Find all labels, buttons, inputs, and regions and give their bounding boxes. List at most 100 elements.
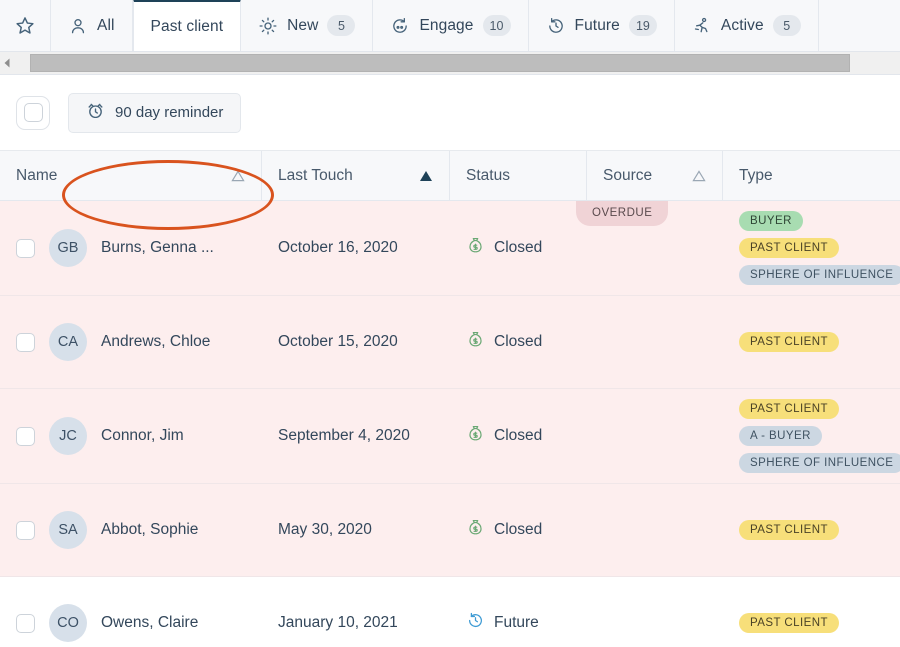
cell-source: [587, 577, 723, 647]
row-checkbox[interactable]: [16, 426, 35, 446]
cell-name: JC Connor, Jim: [0, 389, 262, 483]
column-header-label: Source: [603, 166, 653, 184]
type-badge: A - BUYER: [739, 426, 822, 446]
tab-label: Engage: [419, 16, 474, 34]
cell-name: GB Burns, Genna ...: [0, 201, 262, 295]
horizontal-scrollbar[interactable]: [0, 52, 900, 75]
tab-label: Future: [574, 16, 620, 34]
scrollbar-track[interactable]: [14, 52, 900, 75]
tab-label: New: [287, 16, 319, 34]
tab-count-badge: 5: [327, 15, 356, 36]
sort-arrow-icon[interactable]: [419, 170, 433, 182]
status-label: Closed: [494, 333, 543, 350]
90-day-reminder-button[interactable]: 90 day reminder: [68, 92, 242, 133]
row-checkbox[interactable]: [16, 520, 35, 540]
cell-last-touch: May 30, 2020: [278, 521, 372, 538]
column-header-label: Status: [466, 166, 510, 184]
column-header-status[interactable]: Status: [450, 151, 587, 200]
table-header-row: Name Last Touch Status Source Type: [0, 151, 900, 201]
tab-new[interactable]: New 5: [241, 0, 374, 51]
money-bag-icon: [466, 330, 485, 354]
tab-count-badge: 5: [772, 15, 801, 36]
90-day-reminder-label: 90 day reminder: [115, 104, 224, 121]
row-checkbox[interactable]: [16, 613, 35, 633]
cell-last-touch: October 15, 2020: [278, 333, 398, 350]
column-header-source[interactable]: Source: [587, 151, 723, 200]
cell-last-touch: January 10, 2021: [278, 614, 398, 631]
table-row[interactable]: SA Abbot, Sophie May 30, 2020 Closed PAS…: [0, 484, 900, 577]
cell-last-touch: September 4, 2020: [278, 427, 410, 444]
type-badge: BUYER: [739, 211, 803, 231]
contact-name[interactable]: Abbot, Sophie: [101, 521, 198, 539]
tab-label: Active: [720, 16, 764, 34]
tab-active[interactable]: Active 5: [674, 0, 819, 51]
tab-all[interactable]: All: [51, 0, 133, 51]
cell-status: Closed: [450, 484, 587, 576]
cell-status: Closed: [450, 389, 587, 483]
cell-type: BUYER PAST CLIENT SPHERE OF INFLUENCE: [723, 201, 900, 295]
scrollbar-thumb[interactable]: [30, 53, 850, 72]
cell-type: PAST CLIENT: [723, 484, 900, 576]
cell-source: [587, 484, 723, 576]
cell-status: Future: [450, 577, 587, 647]
table-row[interactable]: OVERDUE GB Burns, Genna ... October 16, …: [0, 201, 900, 296]
column-header-last-touch[interactable]: Last Touch: [262, 151, 450, 200]
status-label: Future: [494, 614, 539, 631]
cell-source: [587, 389, 723, 483]
avatar: JC: [49, 417, 87, 455]
table-row[interactable]: CA Andrews, Chloe October 15, 2020 Close…: [0, 296, 900, 389]
money-bag-icon: [466, 518, 485, 542]
runner-icon: [692, 16, 712, 36]
type-badge: PAST CLIENT: [739, 238, 840, 258]
tab-engage[interactable]: Engage 10: [373, 0, 529, 51]
tab-bar: All Past client New 5 Engage 10 Future 19 Active…: [0, 0, 900, 52]
type-badge: PAST CLIENT: [739, 332, 840, 352]
table-row[interactable]: JC Connor, Jim September 4, 2020 Closed …: [0, 389, 900, 484]
type-badge: SPHERE OF INFLUENCE: [739, 453, 900, 473]
cell-source: [587, 296, 723, 388]
tab-future[interactable]: Future 19: [528, 0, 675, 51]
contact-name[interactable]: Owens, Claire: [101, 614, 198, 632]
row-checkbox[interactable]: [16, 238, 35, 258]
column-header-label: Name: [16, 166, 58, 184]
select-all-checkbox[interactable]: [16, 95, 50, 130]
column-header-type[interactable]: Type: [723, 151, 900, 200]
checkbox-box: [23, 103, 43, 122]
type-badge: PAST CLIENT: [739, 613, 840, 633]
table-row[interactable]: CO Owens, Claire January 10, 2021 Future…: [0, 577, 900, 647]
tab-label: Past client: [150, 17, 224, 35]
tab-past-client[interactable]: Past client: [132, 0, 242, 51]
contact-name[interactable]: Andrews, Chloe: [101, 333, 210, 351]
person-icon: [68, 16, 88, 36]
column-header-label: Type: [739, 166, 773, 184]
engage-icon: [390, 16, 410, 36]
tab-label: All: [97, 16, 115, 34]
clock-back-icon: [466, 611, 485, 635]
contact-name[interactable]: Connor, Jim: [101, 427, 184, 445]
money-bag-icon: [466, 424, 485, 448]
status-label: Closed: [494, 427, 543, 444]
row-checkbox[interactable]: [16, 332, 35, 352]
type-badge: SPHERE OF INFLUENCE: [739, 265, 900, 285]
avatar: SA: [49, 511, 87, 549]
sun-icon: [258, 16, 278, 36]
scroll-left-arrow-icon[interactable]: [0, 52, 14, 75]
sort-arrow-icon[interactable]: [692, 169, 706, 182]
cell-name: SA Abbot, Sophie: [0, 484, 262, 576]
type-badge: PAST CLIENT: [739, 520, 840, 540]
avatar: CO: [49, 604, 87, 642]
cell-type: PAST CLIENT A - BUYER SPHERE OF INFLUENCE: [723, 389, 900, 483]
column-header-name[interactable]: Name: [0, 151, 262, 200]
status-label: Closed: [494, 521, 543, 538]
cell-name: CA Andrews, Chloe: [0, 296, 262, 388]
cell-type: PAST CLIENT: [723, 296, 900, 388]
cell-last-touch: October 16, 2020: [278, 239, 398, 256]
tab-count-badge: 19: [628, 15, 657, 36]
contact-name[interactable]: Burns, Genna ...: [101, 239, 214, 257]
contacts-table: Name Last Touch Status Source Type OVERDUE G…: [0, 151, 900, 647]
alarm-clock-icon: [86, 101, 105, 124]
avatar: GB: [49, 229, 87, 267]
sort-arrow-icon[interactable]: [231, 169, 245, 182]
clock-back-icon: [546, 16, 566, 36]
tab-favorites[interactable]: [0, 0, 51, 51]
